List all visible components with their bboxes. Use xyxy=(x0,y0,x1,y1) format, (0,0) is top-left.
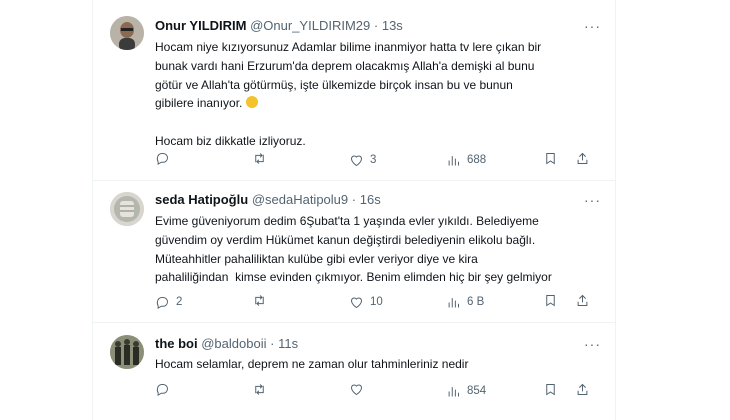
tweet[interactable]: seda Hatipoğlu @sedaHatipolu9 · 16s ··· … xyxy=(93,180,615,323)
more-options-icon[interactable]: ··· xyxy=(584,192,601,208)
timeline: Onur YILDIRIM @Onur_YILDIRIM29 · 13s ···… xyxy=(92,0,616,420)
tweet-text: Hocam selamlar, deprem ne zaman olur tah… xyxy=(155,357,469,371)
share-button[interactable] xyxy=(575,151,590,166)
reply-icon xyxy=(156,153,168,166)
views-icon xyxy=(448,155,459,165)
bookmark-icon xyxy=(546,153,555,165)
timestamp[interactable]: 13s xyxy=(382,18,403,33)
reply-button[interactable] xyxy=(155,151,176,166)
retweet-icon xyxy=(255,153,264,164)
avatar[interactable] xyxy=(110,16,144,50)
avatar[interactable] xyxy=(110,335,144,369)
views-count: 688 xyxy=(467,154,487,166)
retweet-icon xyxy=(255,295,264,306)
views-icon xyxy=(448,297,459,307)
bookmark-button[interactable] xyxy=(543,293,558,308)
avatar-image xyxy=(110,192,144,226)
bookmark-button[interactable] xyxy=(543,382,558,397)
tweet-header: seda Hatipoğlu @sedaHatipolu9 · 16s xyxy=(155,192,381,208)
tweet-actions: 3 688 xyxy=(145,151,601,169)
share-icon xyxy=(577,152,588,164)
grinning-sweat-emoji-icon xyxy=(245,96,258,109)
more-options-icon[interactable]: ··· xyxy=(584,336,601,352)
tweet[interactable]: the boi @baldoboii · 11s ··· Hocam selam… xyxy=(93,322,615,420)
tweet-text: Evime güveniyorum dedim 6Şubat'ta 1 yaşı… xyxy=(155,214,552,285)
tweet-text-closing: Hocam biz dikkatle izliyoruz. xyxy=(155,133,306,148)
reply-icon xyxy=(156,296,168,309)
timestamp[interactable]: 16s xyxy=(360,192,381,207)
tweet-actions: 854 xyxy=(145,382,601,400)
tweet-header: Onur YILDIRIM @Onur_YILDIRIM29 · 13s xyxy=(155,18,403,34)
timestamp[interactable]: 11s xyxy=(278,336,298,351)
retweet-button[interactable] xyxy=(252,151,273,166)
bookmark-button[interactable] xyxy=(543,151,558,166)
retweet-button[interactable] xyxy=(252,293,273,308)
user-handle[interactable]: @sedaHatipolu9 xyxy=(252,192,348,207)
like-button[interactable] xyxy=(349,382,370,397)
display-name[interactable]: seda Hatipoğlu xyxy=(155,192,248,207)
like-button[interactable]: 3 xyxy=(349,151,376,169)
views-button[interactable]: 688 xyxy=(446,151,486,169)
views-button[interactable]: 6 B xyxy=(446,293,484,311)
views-button[interactable]: 854 xyxy=(446,382,486,400)
retweet-button[interactable] xyxy=(252,382,273,397)
separator-dot: · xyxy=(373,18,379,33)
share-button[interactable] xyxy=(575,382,590,397)
display-name[interactable]: Onur YILDIRIM xyxy=(155,18,246,33)
reply-button[interactable] xyxy=(155,382,176,397)
bookmark-icon xyxy=(546,295,555,307)
user-handle[interactable]: @Onur_YILDIRIM29 xyxy=(250,18,370,33)
reply-button[interactable]: 2 xyxy=(155,293,182,311)
reply-count: 2 xyxy=(176,296,183,308)
tweet-text: Hocam niye kızıyorsunuz Adamlar bilime i… xyxy=(155,38,605,151)
like-count: 3 xyxy=(370,154,377,166)
heart-icon xyxy=(350,384,363,396)
share-icon xyxy=(577,383,588,395)
avatar-image xyxy=(110,335,144,369)
like-button[interactable]: 10 xyxy=(349,293,383,311)
share-button[interactable] xyxy=(575,293,590,308)
bookmark-icon xyxy=(546,384,555,396)
views-count: 854 xyxy=(467,385,487,397)
tweet-text-body: Hocam niye kızıyorsunuz Adamlar bilime i… xyxy=(155,40,542,111)
avatar-image xyxy=(110,16,144,50)
views-count: 6 B xyxy=(467,296,485,308)
tweet[interactable]: Onur YILDIRIM @Onur_YILDIRIM29 · 13s ···… xyxy=(93,0,615,181)
retweet-icon xyxy=(255,384,264,395)
heart-icon xyxy=(350,155,363,166)
separator-dot: · xyxy=(351,192,357,207)
tweet-header: the boi @baldoboii · 11s xyxy=(155,336,298,352)
more-options-icon[interactable]: ··· xyxy=(584,18,601,34)
avatar[interactable] xyxy=(110,192,144,226)
display-name[interactable]: the boi xyxy=(155,336,198,351)
views-icon xyxy=(448,386,459,396)
share-icon xyxy=(577,294,588,306)
tweet-actions: 2 10 6 B xyxy=(145,293,601,311)
separator-dot: · xyxy=(270,336,275,351)
user-handle[interactable]: @baldoboii xyxy=(201,336,266,351)
reply-icon xyxy=(156,384,168,397)
like-count: 10 xyxy=(370,296,383,308)
heart-icon xyxy=(350,297,363,308)
